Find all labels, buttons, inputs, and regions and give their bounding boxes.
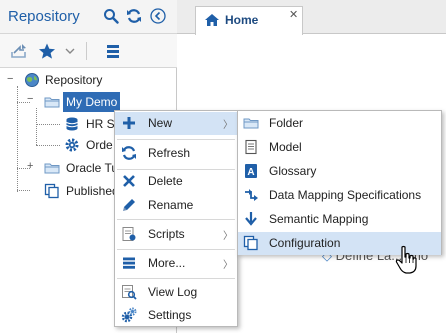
import-icon[interactable] — [10, 42, 28, 60]
repository-toolbar — [0, 34, 177, 68]
submenu-label: Model — [269, 140, 302, 154]
submenu-label: Configuration — [269, 236, 341, 250]
tree-connector — [36, 108, 37, 145]
menu-item-more[interactable]: More... 〉 — [115, 252, 237, 275]
gear-icon — [65, 138, 79, 152]
context-menu: New 〉 Refresh Delete Rename Scripts 〉 Mo… — [114, 110, 238, 327]
database-icon — [66, 117, 78, 131]
collapse-toggle[interactable]: − — [7, 74, 13, 85]
configuration-icon — [243, 235, 258, 251]
delete-x-icon — [123, 175, 135, 187]
tree-item-label: Repository — [45, 73, 103, 87]
menu-label: New — [148, 116, 173, 130]
submenu-arrow-icon: 〉 — [223, 231, 233, 242]
dropdown-arrow-icon[interactable] — [64, 42, 76, 60]
folder-icon — [44, 163, 60, 174]
submenu-item-glossary[interactable]: A Glossary — [238, 160, 441, 183]
menu-item-new[interactable]: New 〉 — [115, 112, 237, 135]
menu-label: Rename — [148, 198, 194, 212]
menu-divider — [117, 278, 235, 279]
tree-item-label: Published — [66, 184, 119, 198]
tree-item-label: Orde — [86, 138, 113, 152]
tree-connector — [36, 124, 60, 125]
refresh-icon[interactable] — [126, 8, 142, 24]
menu-item-settings[interactable]: Settings — [115, 304, 237, 327]
menu-item-rename[interactable]: Rename — [115, 194, 237, 217]
menu-label: More... — [148, 256, 186, 270]
submenu-item-data-mapping[interactable]: Data Mapping Specifications — [238, 184, 441, 207]
glossary-icon: A — [245, 164, 257, 178]
menu-label: Refresh — [148, 146, 191, 160]
published-icon — [44, 183, 59, 199]
tree-item-label: HR S — [86, 117, 115, 131]
search-icon[interactable] — [103, 8, 119, 24]
menu-divider — [117, 219, 235, 220]
submenu-label: Data Mapping Specifications — [269, 188, 422, 202]
submenu-item-semantic-mapping[interactable]: Semantic Mapping — [238, 208, 441, 231]
panel-title: Repository — [8, 8, 80, 25]
refresh-icon — [122, 146, 136, 160]
globe-icon — [25, 73, 39, 87]
menu-item-refresh[interactable]: Refresh — [115, 142, 237, 165]
tab-bar: Home ✕ — [177, 0, 446, 35]
plus-icon — [123, 117, 135, 129]
tree-item-label: Oracle Tu — [66, 161, 119, 175]
menu-item-delete[interactable]: Delete — [115, 170, 237, 193]
menu-item-scripts[interactable]: Scripts 〉 — [115, 223, 237, 246]
new-submenu: Folder Model A Glossary Data Mapping Spe… — [237, 110, 442, 255]
menu-label: View Log — [148, 285, 198, 299]
folder-icon — [243, 118, 259, 129]
view-log-icon — [122, 285, 137, 300]
expand-toggle[interactable]: + — [27, 161, 33, 172]
submenu-label: Semantic Mapping — [269, 212, 369, 226]
tab-label: Home — [225, 13, 259, 27]
hand-cursor-icon — [395, 245, 417, 274]
submenu-arrow-icon: 〉 — [223, 260, 233, 271]
menu-label: Delete — [148, 174, 183, 188]
menu-divider — [117, 249, 235, 250]
tree-connector — [17, 190, 30, 191]
submenu-item-model[interactable]: Model — [238, 136, 441, 159]
repository-header: Repository — [0, 0, 177, 34]
menu-label: Settings — [148, 308, 192, 322]
tree-item-label: My Demo — [63, 92, 121, 112]
menu-label: Scripts — [148, 227, 185, 241]
data-mapping-icon — [245, 189, 258, 201]
tab-home[interactable]: Home ✕ — [195, 6, 303, 35]
settings-gear-icon — [121, 307, 137, 323]
home-icon — [205, 14, 219, 26]
model-doc-icon — [245, 139, 257, 155]
favorite-star-icon[interactable] — [38, 42, 56, 60]
svg-text:A: A — [247, 167, 254, 178]
toolbar-divider — [86, 42, 87, 60]
submenu-item-folder[interactable]: Folder — [238, 112, 441, 135]
menu-item-view-log[interactable]: View Log — [115, 281, 237, 304]
semantic-mapping-icon — [245, 212, 257, 226]
submenu-arrow-icon: 〉 — [223, 120, 233, 131]
list-menu-icon[interactable] — [104, 42, 122, 60]
script-icon — [122, 227, 136, 241]
collapse-toggle[interactable]: − — [27, 94, 33, 105]
close-icon[interactable]: ✕ — [289, 8, 298, 21]
tree-connector — [36, 145, 60, 146]
folder-icon — [44, 97, 60, 108]
submenu-label: Folder — [269, 116, 304, 130]
submenu-label: Glossary — [269, 164, 317, 178]
pencil-icon — [123, 199, 135, 211]
menu-divider — [117, 139, 235, 140]
collapse-left-icon[interactable] — [150, 8, 166, 24]
list-icon — [123, 257, 135, 269]
